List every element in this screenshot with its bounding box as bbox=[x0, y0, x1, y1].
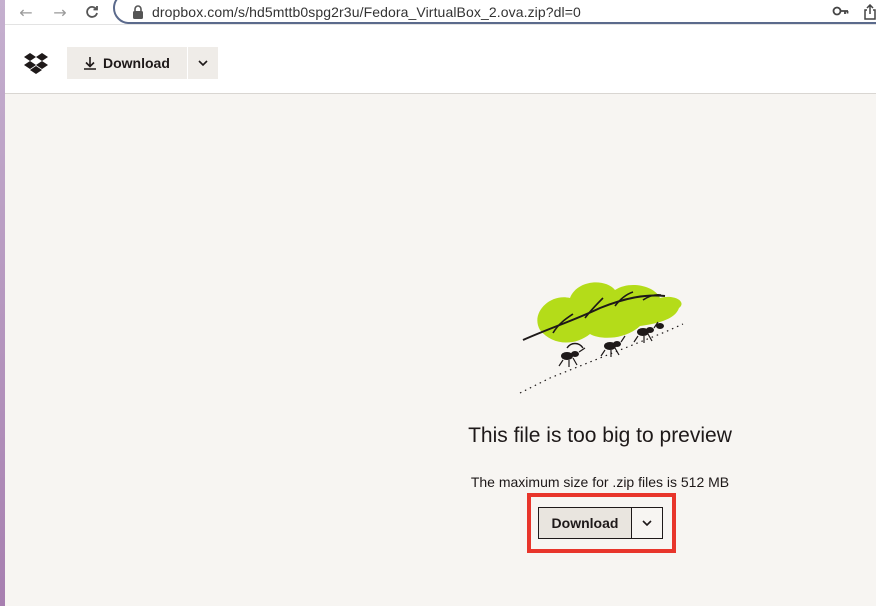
ants-leaf-illustration bbox=[519, 282, 684, 394]
header-download-button[interactable]: Download bbox=[67, 47, 187, 79]
share-icon[interactable] bbox=[863, 4, 876, 20]
chevron-down-icon bbox=[198, 60, 208, 66]
reload-icon[interactable] bbox=[81, 2, 103, 22]
dropbox-header: Download bbox=[5, 25, 876, 94]
forward-arrow-icon[interactable]: → bbox=[49, 2, 71, 22]
preview-area bbox=[5, 95, 876, 606]
url-text[interactable]: dropbox.com/s/hd5mttb0spg2r3u/Fedora_Vir… bbox=[152, 4, 581, 20]
browser-address-bar: ← → dropbox.com/s/hd5mttb0spg2r3u/Fedora… bbox=[5, 0, 876, 25]
dropbox-logo-icon[interactable] bbox=[24, 52, 48, 74]
screen: ← → dropbox.com/s/hd5mttb0spg2r3u/Fedora… bbox=[0, 0, 876, 606]
preview-title: This file is too big to preview bbox=[468, 424, 732, 447]
header-download-label: Download bbox=[103, 55, 170, 71]
download-icon bbox=[84, 57, 96, 70]
key-icon[interactable] bbox=[832, 4, 850, 18]
chevron-down-icon bbox=[642, 520, 652, 526]
preview-subtitle: The maximum size for .zip files is 512 M… bbox=[470, 474, 730, 490]
download-button[interactable]: Download bbox=[538, 507, 632, 539]
lock-icon bbox=[133, 5, 143, 19]
download-options-button[interactable] bbox=[631, 507, 663, 539]
download-button-label: Download bbox=[551, 515, 619, 531]
back-arrow-icon[interactable]: ← bbox=[15, 2, 37, 22]
header-download-options-button[interactable] bbox=[188, 47, 218, 79]
